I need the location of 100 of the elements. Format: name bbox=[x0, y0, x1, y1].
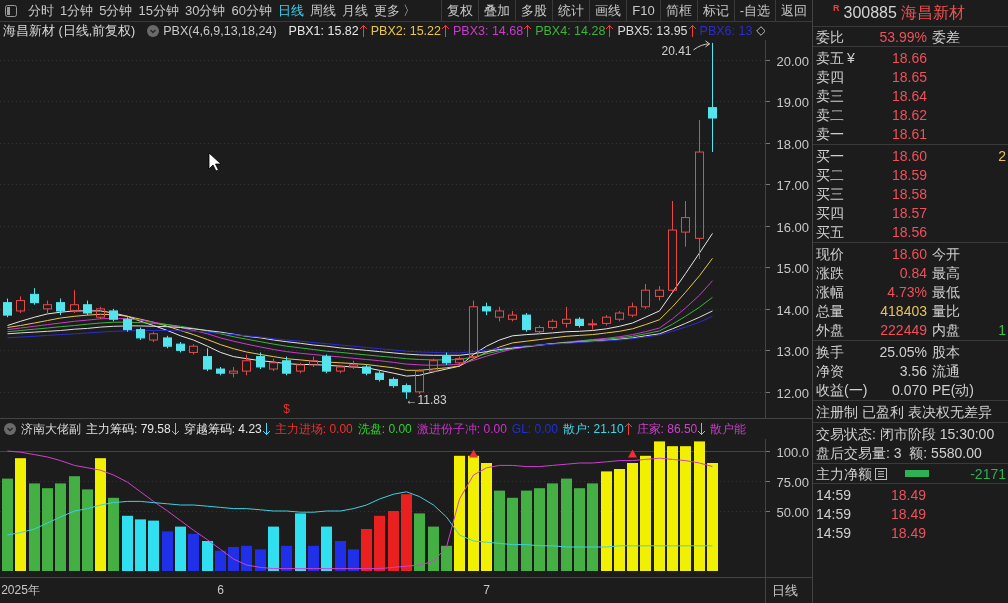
period-tab[interactable]: 30分钟 bbox=[181, 0, 229, 22]
period-tab[interactable]: 周线 bbox=[306, 0, 339, 22]
toolbar-button[interactable]: 标记 bbox=[696, 0, 734, 21]
signal-mark: $ bbox=[283, 402, 290, 416]
candlestick bbox=[429, 358, 438, 374]
toolbar-button[interactable]: 统计 bbox=[552, 0, 590, 21]
candlestick bbox=[56, 298, 65, 316]
tick-time: 14:59 bbox=[815, 506, 853, 521]
toolbar-button[interactable]: 返回 bbox=[775, 0, 812, 21]
axis-label: 15.00 bbox=[776, 260, 809, 276]
bid-price: 18.57 bbox=[890, 205, 927, 220]
period-tab[interactable]: 更多 〉 bbox=[370, 0, 420, 22]
indicator-bar bbox=[215, 550, 226, 571]
candlestick bbox=[83, 300, 92, 316]
candlestick bbox=[615, 310, 624, 322]
candlestick bbox=[495, 306, 504, 322]
axis-label: 7 bbox=[483, 583, 490, 597]
candlestick bbox=[641, 283, 650, 310]
period-tab[interactable]: 60分钟 bbox=[228, 0, 275, 22]
candlestick bbox=[229, 366, 238, 378]
stat-label: 股本 bbox=[931, 344, 960, 359]
arrow-icon bbox=[693, 40, 710, 51]
period-tab[interactable]: 分时 bbox=[25, 0, 57, 22]
legend-item: 穿越筹码: 4.23 bbox=[183, 421, 262, 438]
market-code-label: R bbox=[833, 4, 840, 13]
toolbar-button[interactable]: 简框 bbox=[659, 0, 697, 21]
candlestick bbox=[269, 358, 278, 372]
candlestick bbox=[336, 364, 345, 374]
indicator-bar bbox=[388, 511, 399, 571]
candlestick bbox=[482, 302, 491, 316]
stat-label: 内盘 bbox=[931, 322, 960, 337]
tick-time: 14:59 bbox=[815, 487, 853, 502]
indicator-bar bbox=[148, 520, 159, 571]
candlestick bbox=[203, 347, 212, 372]
bid-price: 18.59 bbox=[890, 167, 927, 182]
axis-label: 20.00 bbox=[776, 53, 809, 69]
ask-label: 卖一 bbox=[816, 126, 844, 141]
candlestick bbox=[216, 366, 225, 376]
bid-volume: 2 bbox=[998, 148, 1007, 163]
bid-label: 买五 bbox=[816, 224, 844, 239]
indicator-bar bbox=[241, 545, 252, 571]
candlestick bbox=[256, 351, 265, 370]
legend-item: 主力筹码: 79.58 bbox=[86, 421, 171, 438]
candlestick bbox=[123, 316, 132, 333]
row-label: 委差 bbox=[931, 29, 960, 44]
legend-item: 庄家: 86.50 bbox=[636, 421, 698, 438]
toolbar-button[interactable]: 复权 bbox=[441, 0, 479, 21]
ask-label: 卖四 bbox=[816, 69, 844, 84]
indicator-bar bbox=[122, 515, 133, 571]
panel-toggle-icon[interactable] bbox=[5, 4, 17, 17]
candlestick bbox=[415, 368, 424, 395]
diamond-icon[interactable] bbox=[756, 26, 765, 36]
tick-price: 18.49 bbox=[891, 506, 927, 521]
list-icon[interactable] bbox=[875, 467, 887, 480]
indicator-bar bbox=[162, 531, 173, 571]
indicator-bar bbox=[135, 519, 146, 571]
indicator-bar bbox=[441, 545, 452, 571]
indicator-bar bbox=[335, 541, 346, 571]
axis-label: 100.0 bbox=[776, 444, 809, 460]
period-tab[interactable]: 月线 bbox=[338, 0, 371, 22]
toolbar-button[interactable]: 多股 bbox=[515, 0, 553, 21]
indicator-name[interactable]: PBX(4,6,9,13,18,24) bbox=[163, 22, 277, 40]
indicator-bar bbox=[175, 526, 186, 571]
bid-label: 买四 bbox=[816, 205, 844, 220]
stat-label: 流通 bbox=[931, 363, 960, 378]
indicator-bar bbox=[414, 513, 425, 571]
candlestick bbox=[655, 285, 664, 302]
stat-value: 18.60 bbox=[890, 246, 927, 261]
period-tab[interactable]: 1分钟 bbox=[57, 0, 97, 22]
candlestick bbox=[322, 354, 331, 374]
toolbar-button[interactable]: F10 bbox=[626, 0, 660, 21]
axis-label: 2025年 bbox=[1, 583, 40, 597]
stock-code: 300885 bbox=[843, 5, 897, 21]
candlestick bbox=[548, 318, 557, 331]
stat-label: 涨跌 bbox=[816, 265, 844, 280]
ask-label: 卖二 bbox=[816, 107, 844, 122]
axis-label: 6 bbox=[217, 583, 224, 597]
legend-item: 洗盘: 0.00 bbox=[357, 421, 412, 438]
dropdown-icon[interactable] bbox=[4, 423, 16, 435]
candlestick bbox=[309, 356, 318, 368]
indicator-bar bbox=[361, 529, 372, 571]
toolbar-button[interactable]: 画线 bbox=[589, 0, 627, 21]
period-tab[interactable]: 5分钟 bbox=[96, 0, 136, 22]
candlestick bbox=[375, 370, 384, 382]
stat-value: 3.56 bbox=[898, 363, 927, 378]
period-tab[interactable]: 15分钟 bbox=[135, 0, 182, 22]
toolbar-button[interactable]: 叠加 bbox=[478, 0, 516, 21]
dropdown-icon[interactable] bbox=[147, 25, 160, 37]
ask-price: 18.66 bbox=[890, 50, 927, 65]
candlestick bbox=[508, 310, 517, 322]
stat-label: 现价 bbox=[816, 246, 844, 261]
toolbar-button[interactable]: -自选 bbox=[733, 0, 775, 21]
stat-label: 收益(一) bbox=[816, 382, 868, 397]
candlestick bbox=[588, 318, 597, 331]
candlestick bbox=[16, 295, 25, 314]
candlestick bbox=[189, 343, 198, 355]
period-tab[interactable]: 日线 bbox=[274, 0, 307, 22]
indicator-bar bbox=[268, 526, 279, 571]
candlestick bbox=[628, 302, 637, 318]
candlestick bbox=[522, 312, 531, 333]
